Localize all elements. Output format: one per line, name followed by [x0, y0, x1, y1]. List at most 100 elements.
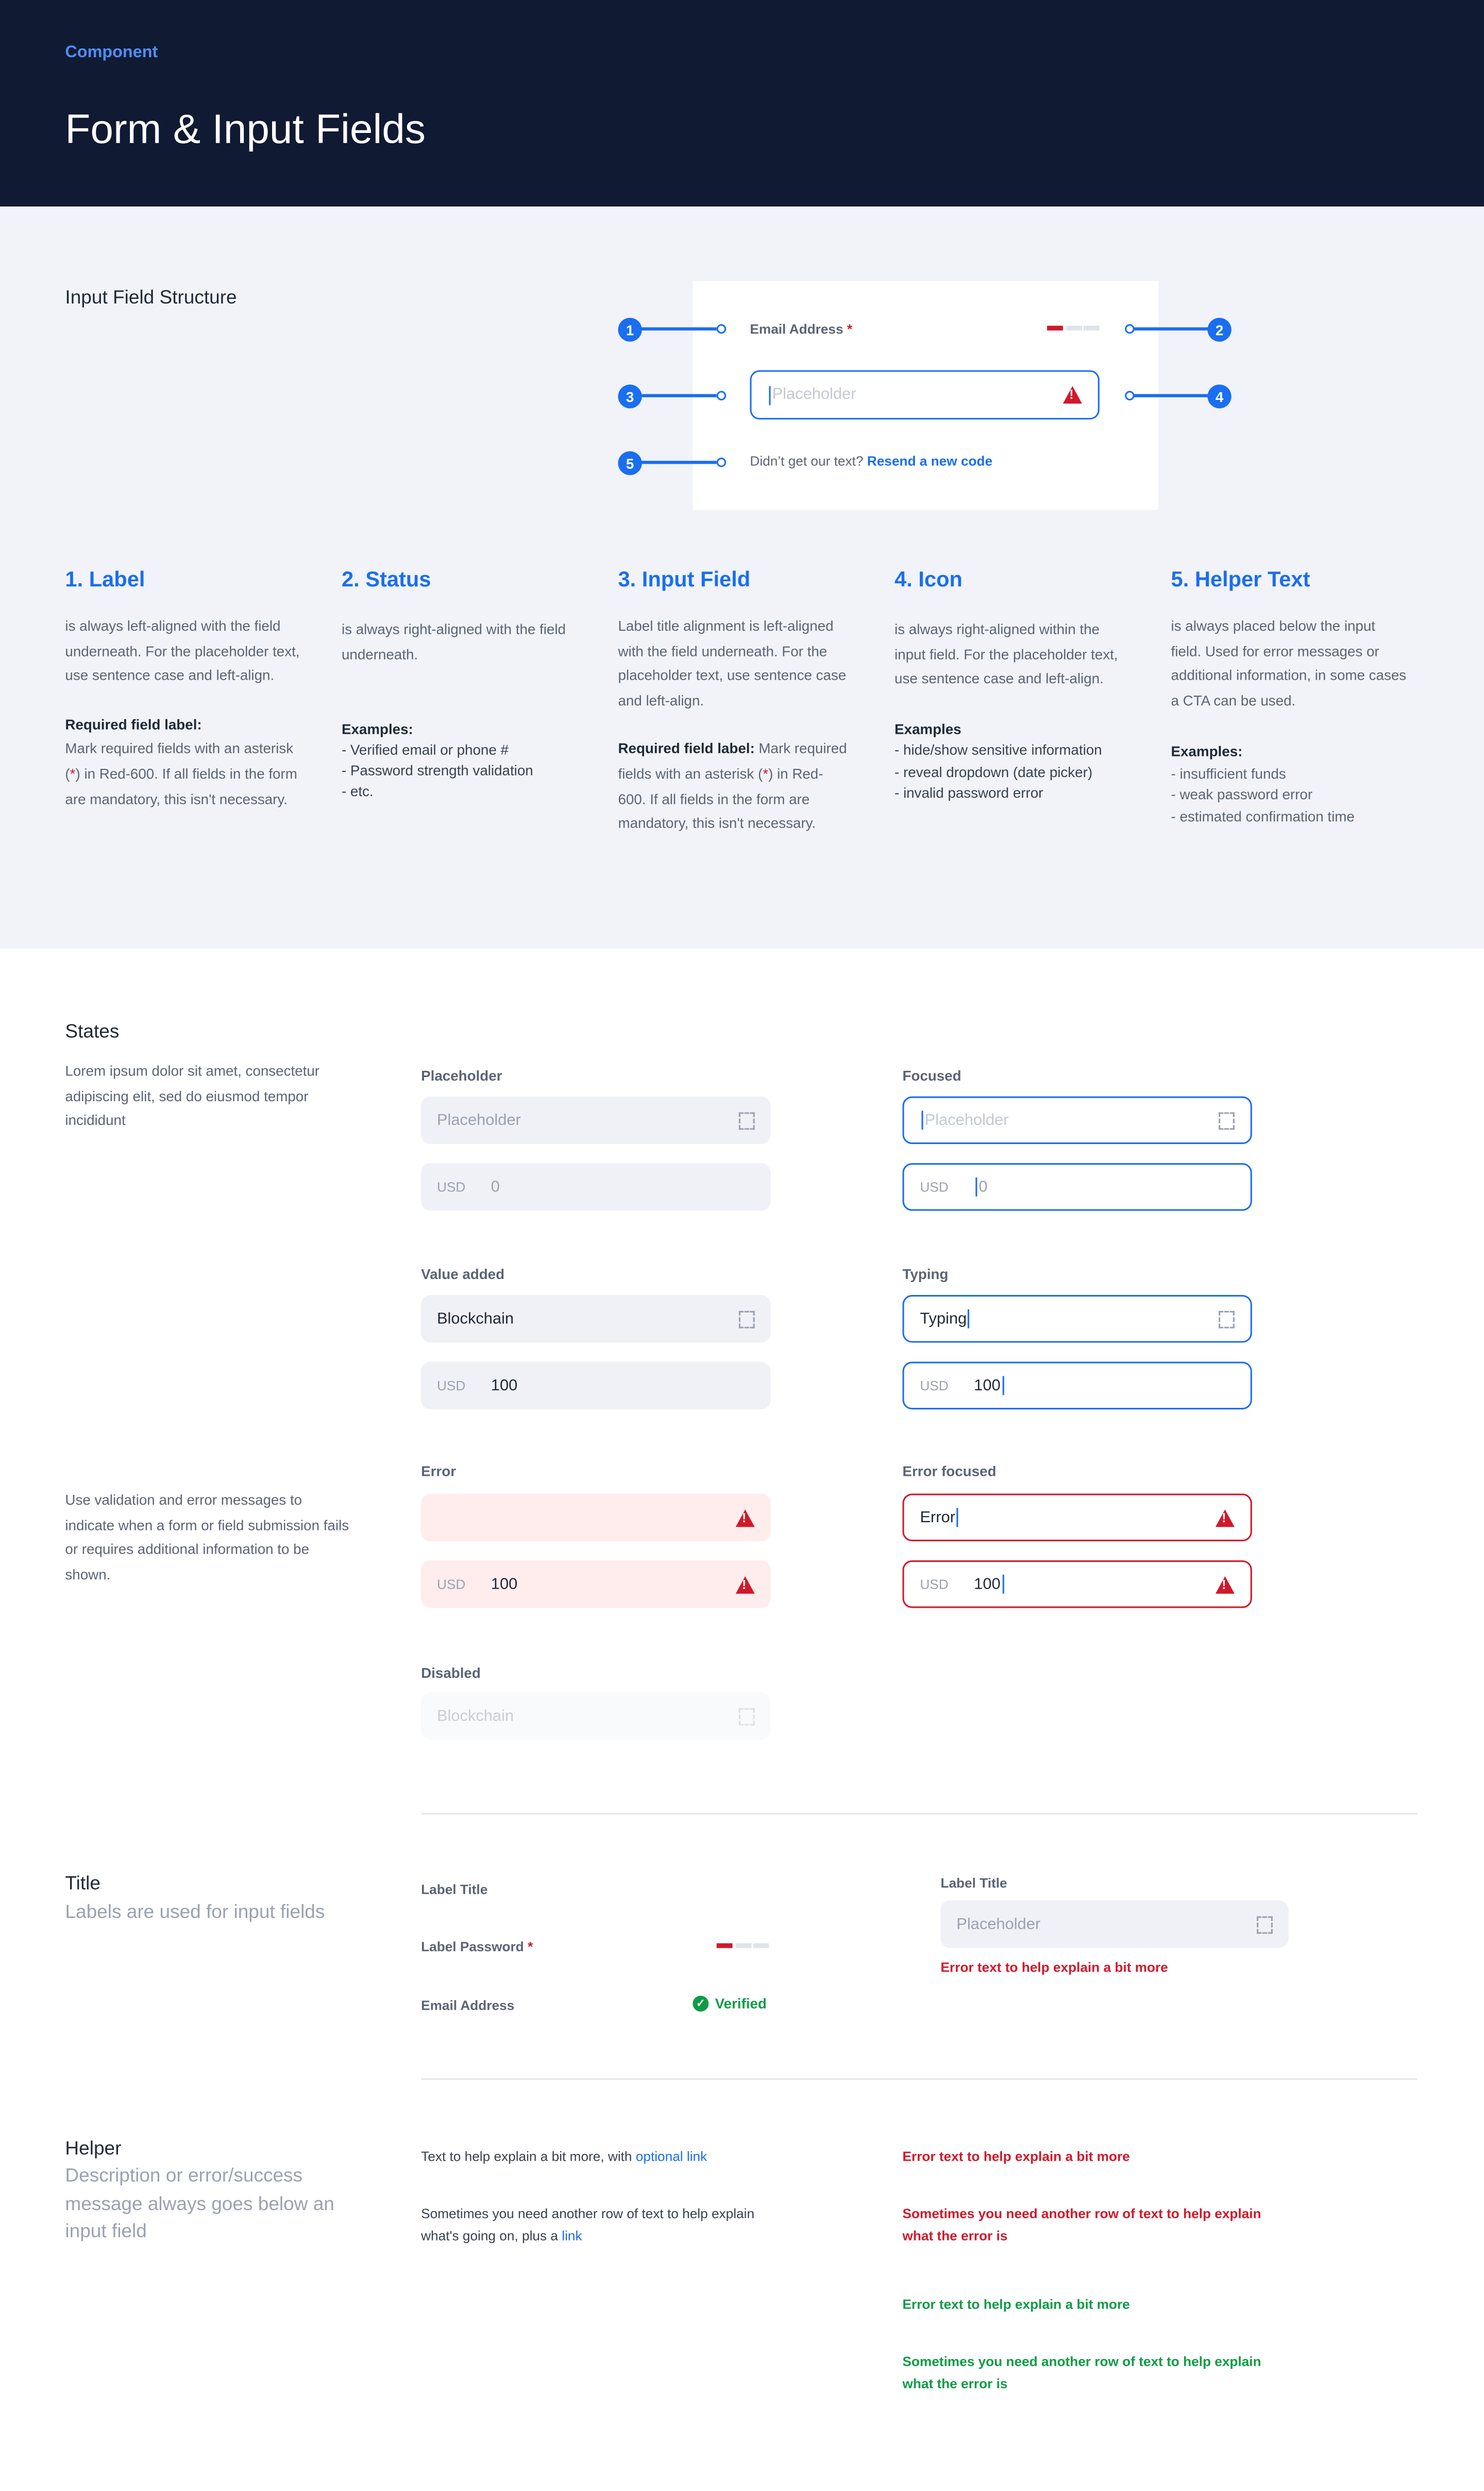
example-item: - hide/show sensitive information — [895, 742, 1102, 759]
divider — [421, 2078, 1418, 2080]
required-asterisk: * — [847, 321, 853, 337]
example-input[interactable]: Placeholder — [940, 1900, 1289, 1948]
helper-section-title: Helper — [65, 2137, 122, 2160]
column-heading: 2. Status — [341, 567, 431, 592]
success-text-multiline: Sometimes you need another row of text t… — [902, 2353, 1261, 2392]
note-text: ) in Red-600. If all fields in the form … — [65, 766, 297, 807]
marker-5: 5 — [618, 451, 642, 475]
column-icon: 4. Icon is always right-aligned within t… — [895, 567, 1125, 805]
example-item: - Verified email or phone # — [341, 742, 509, 758]
page-title: Form & Input Fields — [65, 105, 426, 153]
placeholder-text: Placeholder — [772, 386, 856, 404]
currency: USD — [920, 1377, 949, 1394]
warning-triangle-icon — [735, 1575, 755, 1593]
text-caret — [769, 385, 771, 405]
title-section-subtitle: Labels are used for input fields — [65, 1900, 325, 1923]
example-item: - etc. — [341, 782, 374, 799]
example-item: - insufficient funds — [1171, 766, 1286, 782]
column-helper-text: 5. Helper Text is always placed below th… — [1171, 567, 1410, 826]
helper-body: Text to help explain a bit more, with — [421, 2148, 636, 2164]
column-text: is always right-aligned within the input… — [895, 621, 1118, 687]
check-badge-icon: ✓ — [693, 1995, 709, 2012]
amount: 0 — [979, 1178, 988, 1196]
error-focused-amount-input[interactable]: USD 100 — [902, 1560, 1252, 1608]
typing-input[interactable]: Typing — [902, 1295, 1252, 1343]
value-added-input[interactable]: Blockchain — [421, 1295, 771, 1343]
marker-line — [640, 327, 717, 331]
structure-title: Input Field Structure — [65, 286, 237, 309]
example-item: - estimated confirmation time — [1171, 808, 1355, 824]
typing-amount-input[interactable]: USD 100 — [902, 1361, 1252, 1410]
link[interactable]: link — [562, 2228, 582, 2244]
amount: 100 — [491, 1575, 518, 1593]
input-value: Blockchain — [436, 1707, 514, 1725]
amount: 100 — [491, 1376, 518, 1394]
asterisk: * — [763, 766, 769, 782]
input-value: Blockchain — [436, 1310, 514, 1328]
examples-title: Examples: — [1171, 744, 1243, 761]
marker-line — [1131, 327, 1211, 331]
placeholder-text: Placeholder — [924, 1111, 1009, 1129]
label-text: Email Address — [750, 321, 844, 337]
column-text: is always left-aligned with the field un… — [65, 618, 300, 684]
marker-4: 4 — [1207, 384, 1232, 409]
column-heading: 4. Icon — [895, 567, 963, 592]
error-text: Error text to help explain a bit more — [940, 1959, 1168, 1975]
warning-triangle-icon — [1215, 1575, 1235, 1593]
example-item: - weak password error — [1171, 786, 1313, 803]
examples: Examples - hide/show sensitive informati… — [895, 719, 1125, 805]
text-caret — [1002, 1574, 1004, 1594]
success-text: Error text to help explain a bit more — [902, 2296, 1130, 2312]
marker-line — [640, 394, 717, 397]
helper-text: Text to help explain a bit more, with op… — [421, 2145, 786, 2167]
helper-text: Didn’t get our text? Resend a new code — [750, 453, 992, 469]
divider — [421, 1813, 1418, 1815]
example-item: - invalid password error — [895, 785, 1043, 801]
disabled-input: Blockchain — [421, 1692, 771, 1740]
warning-triangle-icon — [1215, 1508, 1235, 1526]
label-text: Label Password — [421, 1938, 524, 1955]
text-caret — [956, 1508, 959, 1527]
note-title: Required field label: — [65, 716, 202, 732]
states-desc: Lorem ipsum dolor sit amet, consectetur … — [65, 1063, 320, 1129]
input-value: Typing — [920, 1310, 967, 1328]
currency: USD — [920, 1576, 949, 1592]
text-caret — [968, 1309, 970, 1328]
state-label: Focused — [902, 1068, 962, 1084]
warning-triangle-icon — [1063, 386, 1082, 404]
column-heading: 3. Input Field — [618, 567, 751, 592]
column-text: is always right-aligned with the field u… — [341, 621, 566, 662]
eyebrow: Component — [65, 43, 158, 62]
column-input-field: 3. Input Field Label title alignment is … — [618, 567, 848, 837]
label-title: Label Title — [421, 1881, 488, 1897]
resend-code-link[interactable]: Resend a new code — [867, 453, 992, 469]
marker-line — [1131, 394, 1211, 397]
error-amount-input[interactable]: USD 100 — [421, 1560, 771, 1608]
focused-amount-input[interactable]: USD 0 — [902, 1163, 1252, 1211]
currency: USD — [436, 1576, 466, 1592]
warning-triangle-icon — [735, 1508, 755, 1526]
error-text-multiline: Sometimes you need another row of text t… — [902, 2205, 1261, 2244]
asterisk: * — [70, 766, 76, 782]
note-title: Required field label: — [618, 741, 755, 757]
error-focused-input[interactable]: Error — [902, 1493, 1252, 1541]
column-label: 1. Label is always left-aligned with the… — [65, 567, 303, 812]
state-label: Disabled — [421, 1665, 481, 1681]
text-caret — [1002, 1376, 1004, 1395]
error-input[interactable] — [421, 1493, 771, 1541]
value-added-amount-input[interactable]: USD 100 — [421, 1361, 771, 1410]
placeholder-input[interactable]: Placeholder — [421, 1096, 771, 1144]
structure-input[interactable]: Placeholder — [750, 370, 1100, 420]
helper-section-subtitle: Description or error/success message alw… — [65, 2164, 334, 2242]
marker-dot — [716, 458, 727, 467]
placeholder-amount-input[interactable]: USD 0 — [421, 1163, 771, 1211]
states-title: States — [65, 1020, 120, 1042]
marker-dot — [1125, 391, 1135, 401]
column-heading: 1. Label — [65, 567, 145, 592]
required-note: Required field label: Mark required field… — [65, 713, 303, 812]
optional-link[interactable]: optional link — [636, 2148, 707, 2164]
focused-input[interactable]: Placeholder — [902, 1096, 1252, 1144]
helper-body: Sometimes you need another row of text t… — [421, 2205, 755, 2244]
marker-line — [640, 461, 717, 464]
column-heading: 5. Helper Text — [1171, 567, 1310, 592]
